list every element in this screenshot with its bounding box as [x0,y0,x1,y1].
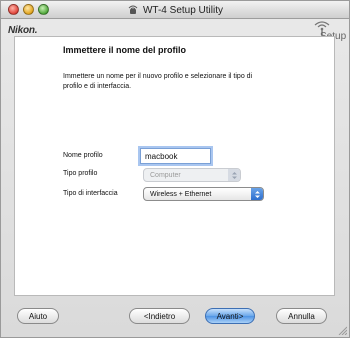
interface-type-select[interactable]: Wireless + Ethernet [143,187,264,201]
page-description: Immettere un nome per il nuovo profilo e… [63,73,253,90]
resize-grip-icon[interactable] [337,325,347,335]
interface-type-value: Wireless + Ethernet [150,190,212,198]
profile-name-input[interactable] [140,148,211,164]
profile-type-value: Computer [150,171,181,179]
cancel-button[interactable]: Annulla [276,308,327,324]
interface-type-label: Tipo di interfaccia [63,190,118,197]
next-button[interactable]: Avanti> [205,308,255,324]
setup-window: WT-4 Setup Utility Nikon. Setup Immetter… [0,0,350,338]
help-button[interactable]: Aiuto [17,308,59,324]
select-arrows-icon [228,169,240,181]
back-button[interactable]: <Indietro [129,308,190,324]
profile-type-label: Tipo profilo [63,170,98,177]
nikon-logo: Nikon. [8,25,38,36]
window-title-group: WT-4 Setup Utility [1,1,349,19]
content-panel: Immettere il nome del profilo Immettere … [14,36,335,296]
profile-type-select: Computer [143,168,241,182]
select-arrows-icon [251,188,263,200]
wireless-transmitter-icon [128,5,138,14]
title-bar[interactable]: WT-4 Setup Utility [1,1,349,19]
window-title: WT-4 Setup Utility [142,4,224,16]
profile-name-label: Nome profilo [63,152,103,159]
page-title: Immettere il nome del profilo [63,45,187,55]
